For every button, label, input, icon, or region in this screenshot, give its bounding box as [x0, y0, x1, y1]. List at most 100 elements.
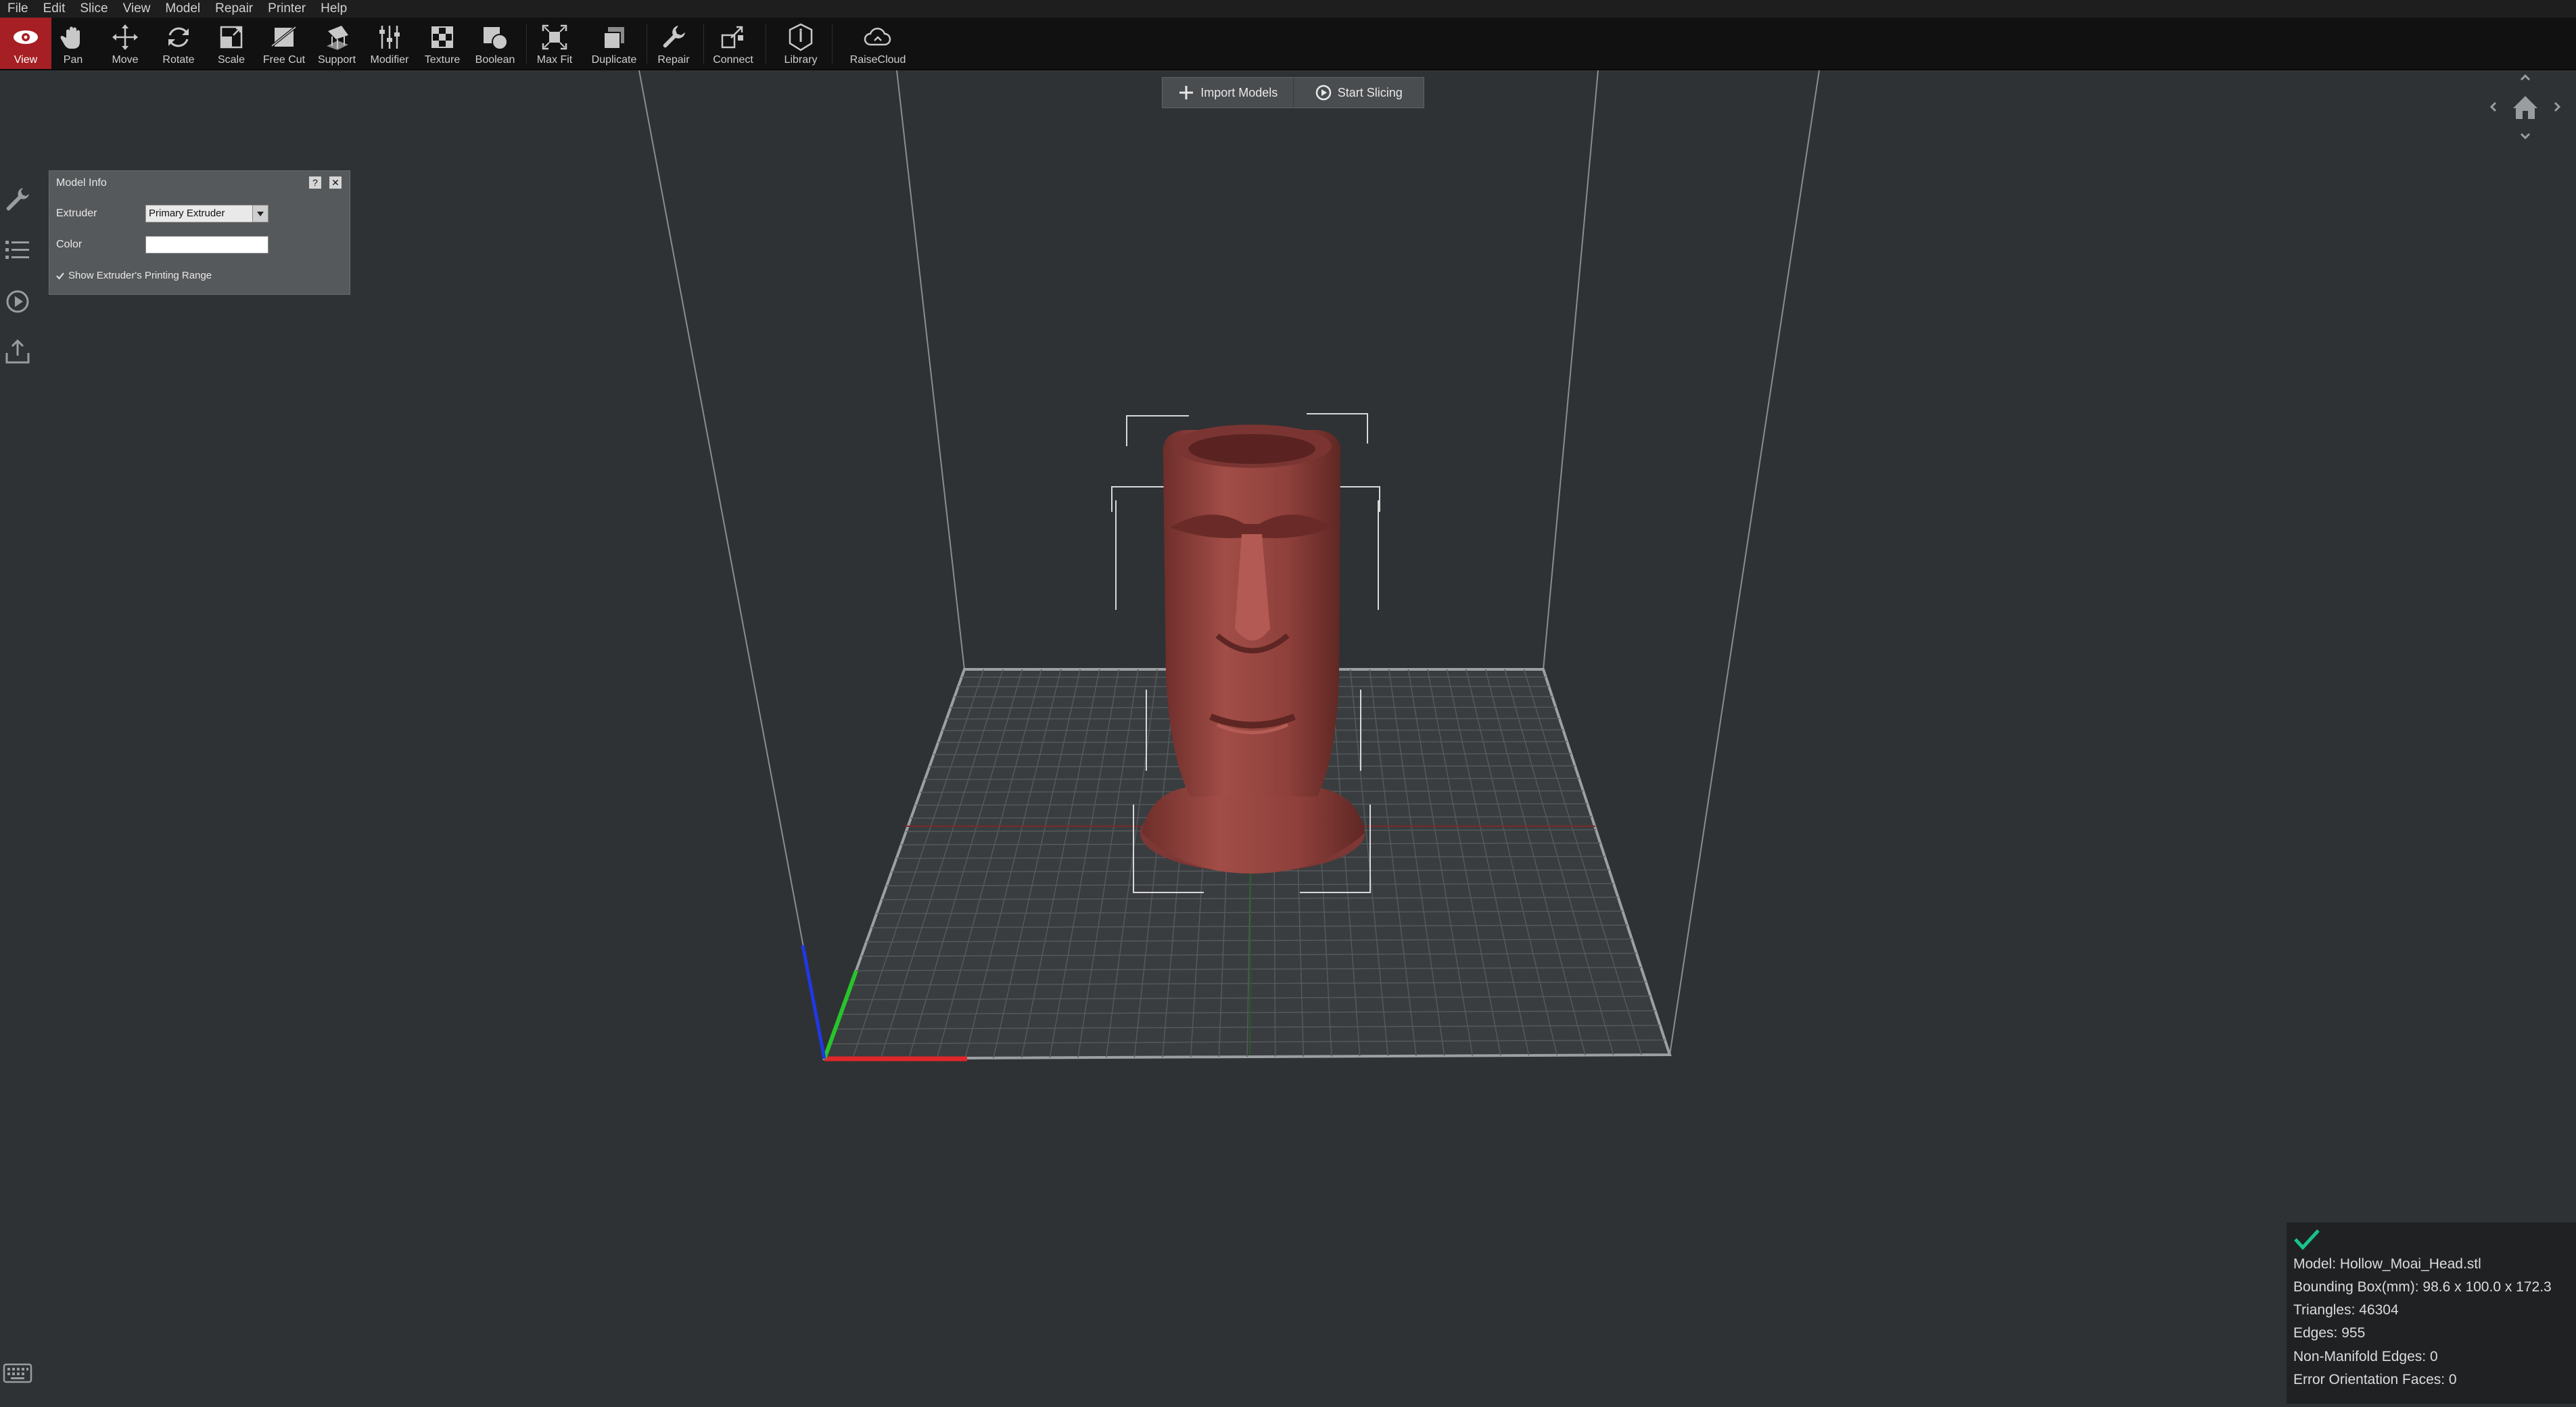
menu-slice[interactable]: Slice: [72, 0, 115, 18]
hand-icon: [57, 22, 89, 53]
view-navigation-widget[interactable]: [2483, 70, 2567, 145]
close-button[interactable]: ✕: [329, 176, 342, 189]
chevron-down-icon[interactable]: [252, 205, 268, 222]
status-error-orientation-faces: Error Orientation Faces: 0: [2293, 1372, 2457, 1388]
keyboard-icon[interactable]: [3, 1362, 32, 1385]
model-info-title: Model Info: [56, 177, 107, 189]
boolean-tool-label: Boolean: [475, 54, 515, 66]
menu-bar: File Edit Slice View Model Repair Printe…: [0, 0, 2576, 18]
status-edges: Edges: 955: [2293, 1325, 2365, 1341]
cloud-icon: [862, 22, 893, 53]
color-swatch[interactable]: [145, 236, 268, 254]
scale-tool-button[interactable]: Scale: [206, 18, 257, 69]
free-cut-tool-button[interactable]: Free Cut: [258, 18, 310, 69]
import-models-button[interactable]: Import Models: [1163, 78, 1293, 108]
toolbar: View Pan Move Rotate Scale: [0, 18, 2576, 70]
move-tool-button[interactable]: Move: [99, 18, 151, 69]
menu-model[interactable]: Model: [158, 0, 208, 18]
menu-repair[interactable]: Repair: [208, 0, 260, 18]
toolbar-divider: [703, 24, 704, 64]
repair-tool-button[interactable]: Repair: [648, 18, 699, 69]
toolbar-divider: [526, 24, 527, 64]
move-tool-label: Move: [112, 54, 138, 66]
repair-tool-label: Repair: [657, 54, 689, 66]
moai-head-model[interactable]: [1140, 425, 1365, 874]
support-icon: [321, 22, 352, 53]
support-tool-label: Support: [318, 54, 356, 66]
extruder-dropdown[interactable]: Primary Extruder: [145, 205, 268, 222]
free-cut-tool-label: Free Cut: [263, 54, 305, 66]
scale-tool-label: Scale: [218, 54, 245, 66]
menu-help[interactable]: Help: [313, 0, 354, 18]
status-triangles: Triangles: 46304: [2293, 1302, 2399, 1318]
pan-tool-button[interactable]: Pan: [47, 18, 99, 69]
checkmark-icon: [2293, 1228, 2320, 1251]
free-cut-icon: [268, 22, 300, 53]
connect-icon: [718, 22, 749, 53]
rotate-tool-label: Rotate: [162, 54, 194, 66]
plus-icon: [1177, 84, 1195, 101]
scale-icon: [216, 22, 247, 53]
chevron-right-icon: [2555, 103, 2559, 111]
boolean-tool-button[interactable]: Boolean: [469, 18, 521, 69]
support-tool-button[interactable]: Support: [311, 18, 362, 69]
list-icon[interactable]: [3, 235, 32, 265]
toolbar-divider: [832, 24, 833, 64]
rotate-tool-button[interactable]: Rotate: [153, 18, 204, 69]
modifier-tool-button[interactable]: Modifier: [364, 18, 415, 69]
texture-tool-label: Texture: [425, 54, 460, 66]
help-button[interactable]: ?: [309, 176, 321, 189]
model-info-panel: Model Info ? ✕ Extruder Primary Extruder…: [49, 170, 350, 295]
boolean-icon: [479, 22, 511, 53]
3d-viewport[interactable]: [0, 70, 2576, 1404]
duplicate-icon: [599, 22, 630, 53]
raisecloud-tool-button[interactable]: RaiseCloud: [852, 18, 904, 69]
play-circle-icon: [1315, 84, 1332, 101]
modifier-tool-label: Modifier: [371, 54, 409, 66]
status-non-manifold-edges: Non-Manifold Edges: 0: [2293, 1349, 2438, 1365]
eye-icon: [10, 22, 41, 53]
chevron-down-icon: [2521, 134, 2529, 138]
play-circle-icon[interactable]: [3, 287, 32, 316]
export-upload-icon[interactable]: [3, 337, 32, 366]
library-tool-button[interactable]: Library: [775, 18, 826, 69]
start-slicing-button[interactable]: Start Slicing: [1293, 78, 1424, 108]
modifier-sliders-icon: [374, 22, 405, 53]
checkmark-icon: [56, 272, 64, 280]
import-slice-bar: Import Models Start Slicing: [1162, 77, 1424, 108]
menu-edit[interactable]: Edit: [36, 0, 73, 18]
texture-checker-icon: [427, 22, 458, 53]
menu-view[interactable]: View: [116, 0, 158, 18]
move-arrows-icon: [110, 22, 141, 53]
wrench-icon: [658, 22, 689, 53]
texture-tool-button[interactable]: Texture: [417, 18, 468, 69]
show-printing-range-label: Show Extruder's Printing Range: [68, 270, 212, 281]
wrench-icon[interactable]: [3, 185, 32, 215]
chevron-left-icon: [2491, 103, 2496, 111]
duplicate-tool-button[interactable]: Duplicate: [588, 18, 640, 69]
import-models-label: Import Models: [1200, 86, 1278, 100]
connect-tool-button[interactable]: Connect: [707, 18, 759, 69]
extruder-value: Primary Extruder: [149, 208, 225, 219]
library-tool-label: Library: [784, 54, 818, 66]
max-fit-icon: [539, 22, 570, 53]
model-status-panel: Model: Hollow_Moai_Head.stl Bounding Box…: [2287, 1222, 2576, 1404]
chevron-up-icon: [2521, 76, 2529, 80]
view-tool-button[interactable]: View: [0, 18, 51, 69]
menu-printer[interactable]: Printer: [260, 0, 313, 18]
scene-canvas: [0, 70, 2576, 1404]
menu-file[interactable]: File: [0, 0, 36, 18]
raisecloud-tool-label: RaiseCloud: [850, 54, 906, 66]
duplicate-tool-label: Duplicate: [592, 54, 637, 66]
pan-tool-label: Pan: [64, 54, 83, 66]
library-icon: [785, 22, 816, 53]
status-model-name: Model: Hollow_Moai_Head.stl: [2293, 1256, 2481, 1272]
show-printing-range-checkbox[interactable]: Show Extruder's Printing Range: [56, 270, 212, 281]
extruder-label: Extruder: [56, 208, 97, 220]
max-fit-tool-button[interactable]: Max Fit: [529, 18, 580, 69]
max-fit-tool-label: Max Fit: [537, 54, 572, 66]
view-tool-label: View: [14, 54, 37, 66]
rotate-icon: [163, 22, 194, 53]
color-label: Color: [56, 239, 82, 251]
model-info-header[interactable]: Model Info ? ✕: [49, 171, 350, 195]
